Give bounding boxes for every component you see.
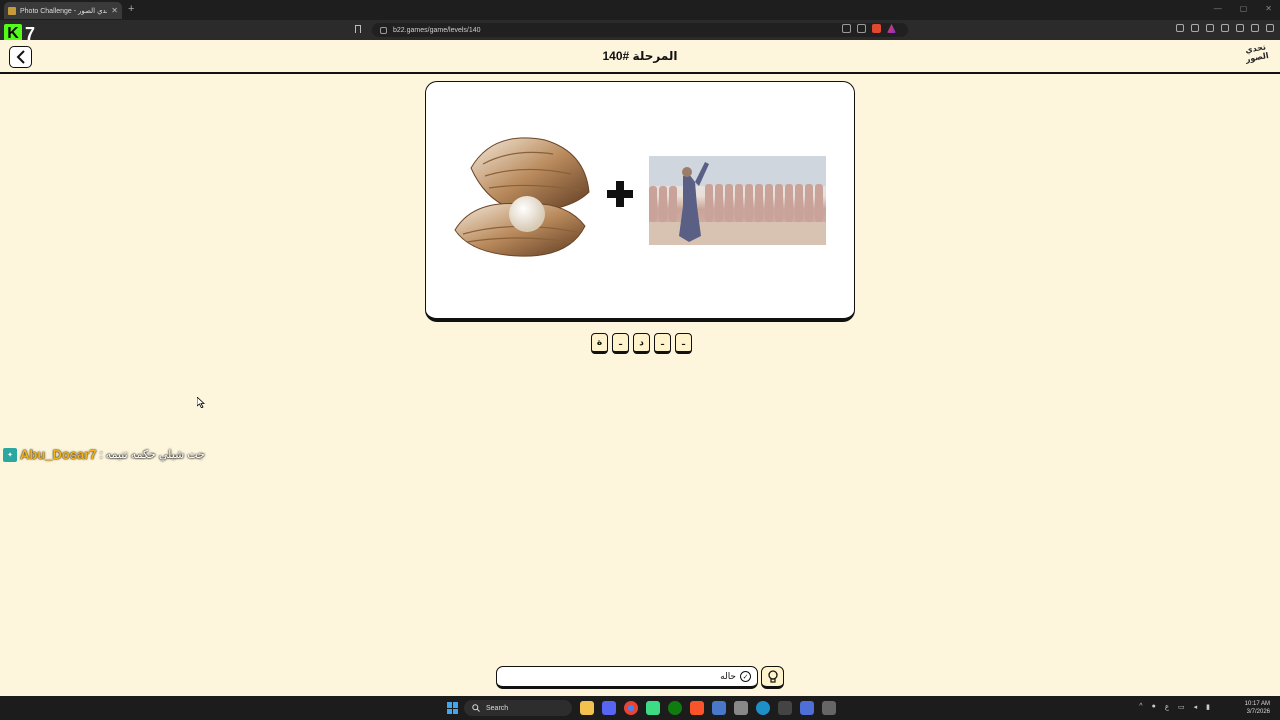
network-icon[interactable]: ▭: [1178, 703, 1185, 711]
menu-icon[interactable]: [1266, 24, 1274, 32]
game-header: المرحلة #140: [0, 40, 1280, 74]
clock-time: 10:17 AM: [1244, 701, 1270, 707]
brave-browser-icon[interactable]: [690, 701, 704, 715]
pearl-oyster-image: [453, 134, 593, 258]
plus-icon: [602, 176, 638, 212]
address-bar[interactable]: b22.games/game/levels/140: [372, 23, 908, 37]
edge-icon[interactable]: [756, 701, 770, 715]
taskbar-apps: [580, 701, 836, 715]
browser-tab[interactable]: Photo Challenge - تحدي الصور ✕: [4, 2, 122, 19]
grid-app-icon[interactable]: [778, 701, 792, 715]
submit-check-icon[interactable]: ✓: [740, 671, 751, 682]
answer-input-value: حاله: [720, 671, 736, 681]
browser-tabbar: Photo Challenge - تحدي الصور ✕ + — ▢ ✕: [0, 0, 1280, 20]
group-dance-photo: [649, 156, 826, 245]
capture-app-icon[interactable]: [734, 701, 748, 715]
obs-app-icon[interactable]: [800, 701, 814, 715]
browser-extensions: [1176, 24, 1274, 32]
bookmark-icon[interactable]: [355, 25, 361, 33]
window-close-icon[interactable]: ✕: [1265, 4, 1272, 13]
puzzle-card: [425, 81, 855, 322]
window-controls: — ▢ ✕: [1214, 4, 1272, 13]
letter-slot[interactable]: ـ: [612, 333, 629, 354]
brave-shield-icon[interactable]: [872, 24, 881, 33]
xbox-icon[interactable]: [668, 701, 682, 715]
app-green-icon[interactable]: [646, 701, 660, 715]
file-explorer-icon[interactable]: [580, 701, 594, 715]
windows-start-icon[interactable]: [447, 702, 459, 714]
chat-message: ✦ Abu_Dosar7 جت شيلي حكمه تنيمه :: [3, 447, 205, 462]
media-icon[interactable]: [1191, 24, 1199, 32]
reader-icon[interactable]: [1206, 24, 1214, 32]
clock-date: 3/7/2026: [1246, 709, 1270, 715]
volume-icon[interactable]: ◂: [1194, 703, 1198, 711]
url-actions: [842, 24, 896, 33]
chat-text: جت شيلي حكمه تنيمه :: [99, 449, 205, 461]
taskbar-search[interactable]: Search: [464, 700, 572, 716]
sidebar-toggle-icon[interactable]: [1176, 24, 1184, 32]
translate-icon[interactable]: [842, 24, 851, 33]
chrome-icon[interactable]: [624, 701, 638, 715]
letter-slot[interactable]: د: [633, 333, 650, 354]
language-indicator[interactable]: ع: [1165, 703, 1169, 711]
maximize-icon[interactable]: ▢: [1240, 4, 1248, 13]
mouse-cursor-icon: [196, 395, 206, 413]
tab-favicon-icon: [8, 6, 16, 15]
answer-input[interactable]: حاله ✓: [496, 666, 758, 689]
vpn-icon[interactable]: [1251, 24, 1259, 32]
page-title: المرحلة #140: [602, 49, 678, 63]
tab-title: Photo Challenge - تحدي الصور: [20, 7, 107, 15]
battery-icon[interactable]: ▮: [1206, 703, 1210, 711]
minimize-icon[interactable]: —: [1214, 4, 1222, 13]
letter-slot[interactable]: ـ: [675, 333, 692, 354]
share-icon[interactable]: [857, 24, 866, 33]
system-tray: ^ ● ع ▭ ◂ ▮: [1139, 703, 1210, 711]
url-text: b22.games/game/levels/140: [393, 26, 481, 34]
discord-icon[interactable]: [602, 701, 616, 715]
settings-app-icon[interactable]: [822, 701, 836, 715]
back-button[interactable]: [9, 46, 32, 68]
lightbulb-icon: [767, 669, 778, 683]
chat-username: Abu_Dosar7: [20, 447, 97, 462]
extensions-icon[interactable]: [1236, 24, 1244, 32]
chat-badge-icon: ✦: [3, 447, 17, 462]
tab-close-icon[interactable]: ✕: [111, 6, 118, 15]
microphone-icon[interactable]: ●: [1152, 703, 1156, 711]
letter-slot[interactable]: ـ: [654, 333, 671, 354]
hint-button[interactable]: [761, 666, 784, 689]
chevron-left-icon: [16, 50, 25, 64]
new-tab-icon[interactable]: +: [128, 3, 134, 15]
tray-expand-icon[interactable]: ^: [1139, 703, 1142, 711]
rewards-icon[interactable]: [887, 24, 896, 33]
letter-slot[interactable]: ة: [591, 333, 608, 354]
search-label: Search: [486, 704, 509, 712]
answer-letter-slots: ة ـ د ـ ـ: [591, 333, 692, 354]
taskbar-clock[interactable]: 10:17 AM 3/7/2026: [1245, 700, 1270, 716]
shield-app-icon[interactable]: [712, 701, 726, 715]
site-info-icon[interactable]: [380, 26, 387, 34]
site-logo[interactable]: تحدي الصور: [1240, 42, 1274, 73]
wallet-icon[interactable]: [1221, 24, 1229, 32]
search-icon: [472, 704, 480, 712]
